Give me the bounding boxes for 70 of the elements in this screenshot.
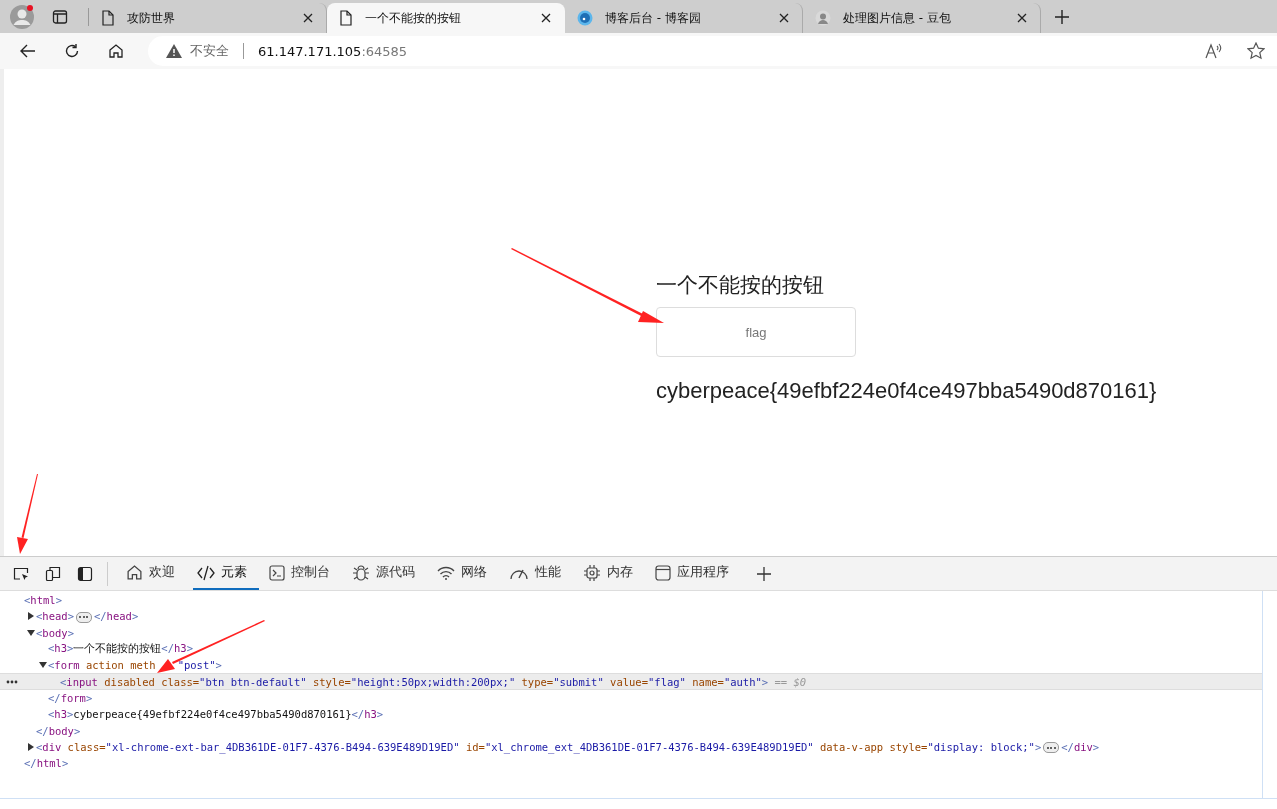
address-field[interactable]: 不安全 61.147.171.105:64585 [148,36,1277,66]
add-tool-icon[interactable] [757,566,771,581]
close-icon[interactable] [540,12,552,24]
code-line: <h3>一个不能按的按钮</h3> [48,642,193,657]
device-icon[interactable] [45,565,61,582]
code-line: <head> </head> [36,610,139,623]
browser-tab[interactable]: 一个不能按的按钮 [327,3,565,33]
expand-toggle-icon[interactable] [27,628,35,637]
dom-row[interactable]: <div class="xl-chrome-ext-bar_4DB361DE-01F7-4376-B494-639E489D19ED" id="xl_chrome_ext_4DB361DE-01F7-4376-B494-639E489D19ED" data-v-app style="display: block;"> </div> [0,738,1262,755]
wifi-icon [437,565,455,580]
console-icon [269,564,285,581]
dom-row[interactable]: <html> [0,592,1262,609]
code-line: <input disabled class="btn btn-default" style="height:50px;width:200px;" type="submit" value="flag" name="auth"> == $0 [60,675,807,688]
dom-row[interactable]: <h3>一个不能按的按钮</h3> [0,640,1262,658]
code-line: <h3>cyberpeace{49efbf224e0f4ce497bba5490d870161}</h3> [48,708,384,721]
more-icon[interactable] [6,680,18,685]
home-icon[interactable] [108,43,124,59]
expand-toggle-icon[interactable] [27,612,35,621]
devtools-tab[interactable]: 元素 [193,557,259,590]
code-line: </form> [48,691,93,704]
devtools-tab[interactable]: 控制台 [265,557,342,590]
chip-icon [583,563,601,582]
page-icon [339,10,353,26]
devtools-tab[interactable]: 源代码 [348,557,427,590]
circle-logo-icon [577,10,593,26]
expand-toggle-icon[interactable] [27,742,35,751]
dom-row[interactable]: </body> [0,722,1262,739]
dom-row[interactable]: <head> </head> [0,608,1262,625]
expand-toggle-icon[interactable] [39,661,47,670]
window-icon [655,564,671,581]
code-line: <html> [24,594,62,607]
dom-row[interactable]: </form> [0,689,1262,707]
dom-row[interactable]: </html> [0,754,1262,772]
devtools-tab[interactable]: 性能 [505,557,573,590]
inspect-icon[interactable] [13,565,29,582]
devtools-tab[interactable]: 内存 [579,557,645,590]
dock-icon[interactable] [77,565,93,582]
code-icon [197,564,215,581]
dom-row[interactable]: <h3>cyberpeace{49efbf224e0f4ce497bba5490d870161}</h3> [0,706,1262,723]
close-icon[interactable] [302,12,314,24]
dom-row[interactable]: <input disabled class="btn btn-default" style="height:50px;width:200px;" type="submit" value="flag" name="auth"> == $0 [0,673,1262,690]
close-icon[interactable] [778,12,790,24]
security-label: 不安全 [190,42,229,60]
flag-text: cyberpeace{49efbf224e0f4ce497bba5490d870161} [656,378,1157,404]
code-line: <form action meth "post"> [48,659,222,672]
code-line: <body> [36,626,74,639]
page-icon [101,10,115,26]
page-heading: 一个不能按的按钮 [656,272,825,298]
close-icon[interactable] [1016,12,1028,24]
avatar-icon [815,10,831,26]
dom-row[interactable]: <body> [0,624,1262,641]
profile-avatar[interactable] [10,4,36,30]
read-aloud-icon[interactable] [1205,43,1223,59]
warning-icon [166,44,182,58]
devtools-tab[interactable]: 网络 [433,557,499,590]
url-port: :64585 [361,43,408,59]
code-line: </body> [36,724,81,737]
code-line: </html> [24,757,69,770]
new-tab-icon[interactable] [1055,10,1069,24]
code-line: <div class="xl-chrome-ext-bar_4DB361DE-01F7-4376-B494-639E489D19ED" id="xl_chrome_ext_4DB361DE-01F7-4376-B494-639E489D19ED" data-v-app style="display: block;"> </div> [36,740,1100,754]
home-icon [126,564,143,581]
dom-row[interactable]: <form action meth "post"> [0,657,1262,674]
reload-icon[interactable] [64,43,80,59]
devtools-tab[interactable]: 欢迎 [122,557,187,590]
bug-icon [352,563,370,582]
sidebar-icon[interactable] [52,9,68,25]
devtools-tab[interactable]: 应用程序 [651,557,741,590]
star-icon[interactable] [1247,42,1265,60]
url-host: 61.147.171.105 [258,43,362,59]
back-icon[interactable] [20,44,36,58]
